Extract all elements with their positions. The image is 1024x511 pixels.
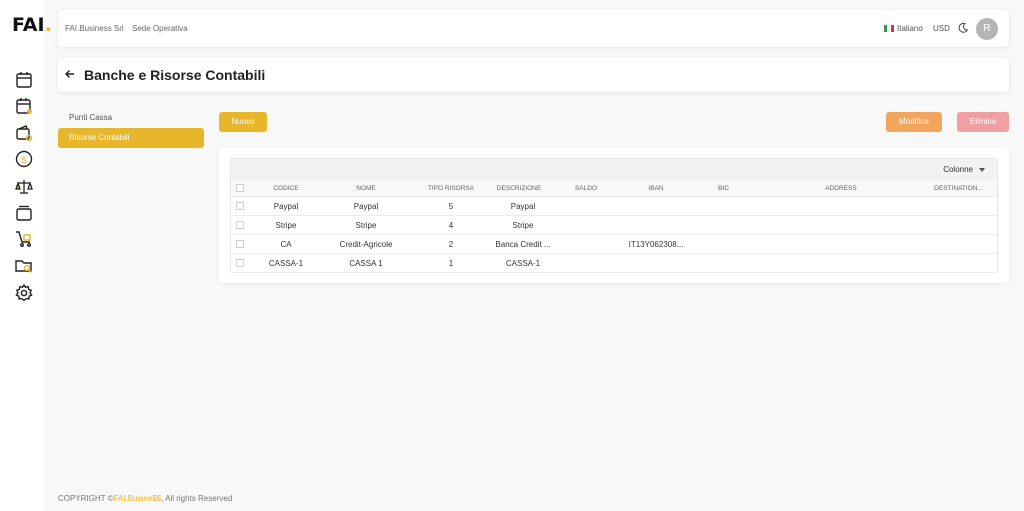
avatar[interactable]: R (976, 18, 998, 40)
cell-descrizione: Paypal (510, 202, 536, 211)
header-descrizione[interactable]: DESCRIZIONE (489, 180, 549, 196)
italy-flag-icon (884, 25, 894, 32)
cell-iban (616, 254, 696, 272)
gear-icon[interactable] (14, 283, 34, 303)
branch-name[interactable]: Sede Operativa (132, 24, 188, 33)
dollar-circle-icon[interactable]: $ (14, 149, 34, 169)
row-checkbox[interactable] (236, 240, 244, 248)
header-destination[interactable]: DESTINATION... (926, 180, 991, 196)
cell-nome: CASSA 1 (349, 259, 383, 268)
cell-iban: IT13Y062308... (628, 240, 684, 249)
new-button[interactable]: Nuovo (219, 112, 267, 132)
cell-nome: Credit-Agricole (339, 240, 393, 249)
cell-tipo-risorsa: 5 (448, 202, 454, 211)
table-row[interactable]: CASSA-1 CASSA 1 1 CASSA-1 (231, 254, 997, 273)
header-bic[interactable]: BIC (701, 180, 746, 196)
footer-brand-link[interactable]: FAI.Busine$$ (114, 494, 162, 503)
columns-label: Colonne (943, 165, 973, 174)
header-nome[interactable]: NOME (331, 180, 401, 196)
header-tipo-risorsa[interactable]: TIPO RISORSA (421, 180, 481, 196)
page-title: Banche e Risorse Contabili (84, 67, 266, 83)
sidebar: FAI. $ (0, 0, 52, 511)
moon-icon[interactable] (957, 22, 969, 34)
cell-nome: Paypal (353, 202, 379, 211)
footer: COPYRIGHT ©FAI.Busine$$, All rights Rese… (58, 494, 232, 503)
app-logo[interactable]: FAI. (12, 14, 52, 36)
data-table: Colonne CODICE NOME TIPO RISORSA DESCRIZ… (230, 158, 998, 273)
language-label: Italiano (897, 24, 923, 33)
currency-selector[interactable]: USD (933, 24, 950, 33)
edit-button[interactable]: Modifica (886, 112, 942, 132)
cell-codice: CA (280, 240, 292, 249)
layers-icon[interactable] (14, 203, 34, 223)
folder-search-icon[interactable] (14, 256, 34, 276)
language-selector[interactable]: Italiano (884, 24, 923, 33)
header-address[interactable]: ADDRESS (806, 180, 876, 196)
table-header: CODICE NOME TIPO RISORSA DESCRIZIONE SAL… (231, 180, 997, 197)
table-row[interactable]: CA Credit-Agricole 2 Banca Credit ... IT… (231, 235, 997, 254)
header-codice[interactable]: CODICE (256, 180, 316, 196)
table-toolbar: Colonne (231, 159, 997, 180)
columns-button[interactable]: Colonne (943, 165, 985, 174)
header-iban[interactable]: IBAN (626, 180, 686, 196)
cell-codice: Paypal (273, 202, 299, 211)
wallet-coins-icon[interactable] (14, 123, 34, 143)
delete-button[interactable]: Elimina (957, 112, 1009, 132)
cell-tipo-risorsa: 1 (448, 259, 454, 268)
row-checkbox[interactable] (236, 221, 244, 229)
cell-nome: Stripe (355, 221, 377, 230)
svg-text:$: $ (21, 155, 27, 166)
back-arrow-icon[interactable] (64, 68, 76, 80)
top-bar: FAI.Business Srl Sede Operativa Italiano… (58, 10, 1009, 47)
submenu-item-punti-cassa[interactable]: Punti Cassa (58, 108, 204, 128)
title-bar: Banche e Risorse Contabili (58, 58, 1009, 92)
row-checkbox[interactable] (236, 202, 244, 210)
copyright-prefix: COPYRIGHT © (58, 494, 114, 503)
company-name[interactable]: FAI.Business Srl (65, 24, 124, 33)
cell-iban (616, 197, 696, 215)
table-card: Colonne CODICE NOME TIPO RISORSA DESCRIZ… (219, 148, 1009, 283)
row-checkbox[interactable] (236, 259, 244, 267)
cell-descrizione: CASSA-1 (505, 259, 541, 268)
cell-descrizione: Stripe (512, 221, 534, 230)
copyright-suffix: , All rights Reserved (161, 494, 233, 503)
caret-down-icon (979, 167, 985, 172)
cell-tipo-risorsa: 4 (448, 221, 454, 230)
select-all-checkbox[interactable] (236, 184, 244, 192)
cart-icon[interactable] (14, 229, 34, 249)
table-row[interactable]: Stripe Stripe 4 Stripe (231, 216, 997, 235)
header-saldo[interactable]: SALDO (561, 180, 611, 196)
cell-tipo-risorsa: 2 (448, 240, 454, 249)
submenu-item-risorse-contabili[interactable]: Risorse Contabili (58, 128, 204, 148)
cell-codice: CASSA-1 (268, 259, 304, 268)
cell-descrizione: Banca Credit ... (495, 240, 551, 249)
scale-icon[interactable] (14, 177, 34, 197)
calendar-icon[interactable] (14, 70, 34, 90)
cell-iban (616, 216, 696, 234)
cell-codice: Stripe (275, 221, 297, 230)
table-row[interactable]: Paypal Paypal 5 Paypal (231, 197, 997, 216)
calendar-alert-icon[interactable] (14, 96, 34, 116)
